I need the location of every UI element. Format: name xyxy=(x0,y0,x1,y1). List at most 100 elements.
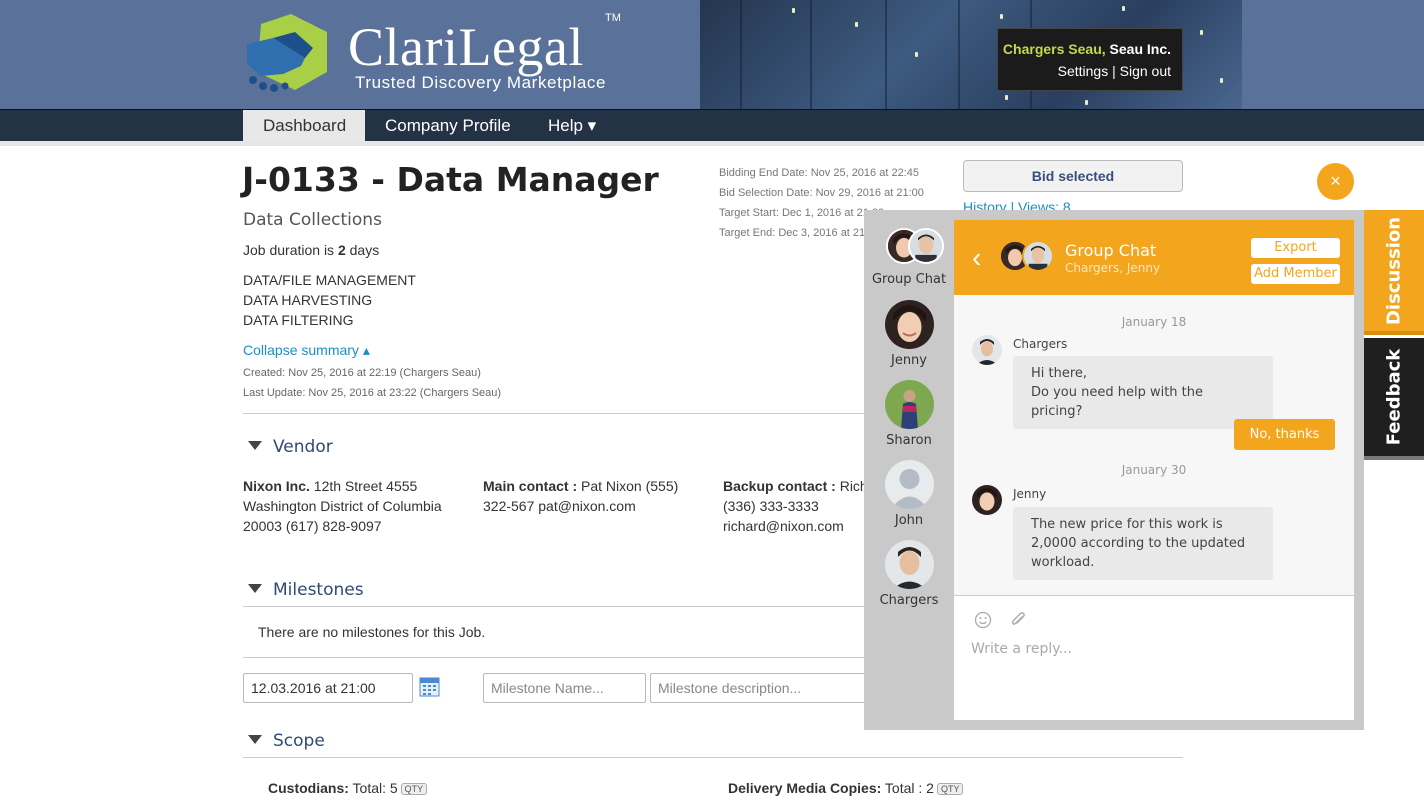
category-item: DATA FILTERING xyxy=(243,312,354,328)
user-company: Seau Inc. xyxy=(1109,41,1171,57)
message-line: The new price for this work is xyxy=(1031,517,1223,532)
building-line xyxy=(810,0,812,109)
tab-company-profile[interactable]: Company Profile xyxy=(365,110,531,142)
user-name: Chargers Seau, xyxy=(1002,41,1106,57)
milestone-date-input[interactable] xyxy=(243,673,413,703)
handshake-logo-icon[interactable] xyxy=(243,14,333,94)
main-nav: Dashboard Company Profile Help ▾ xyxy=(0,109,1424,142)
created-info: Created: Nov 25, 2016 at 22:19 (Chargers… xyxy=(243,367,481,379)
vendor-heading: Vendor xyxy=(273,437,333,457)
export-button[interactable]: Export xyxy=(1251,238,1340,258)
collapse-summary-link[interactable]: Collapse summary ▴ xyxy=(243,342,370,359)
feedback-tab[interactable]: Feedback xyxy=(1364,338,1424,460)
tab-dashboard[interactable]: Dashboard xyxy=(243,110,365,142)
chargers-avatar xyxy=(972,335,1002,365)
last-update-info: Last Update: Nov 25, 2016 at 23:22 (Char… xyxy=(243,387,502,399)
backup-contact-label: Backup contact : xyxy=(723,478,836,494)
vendor-company: Nixon Inc. xyxy=(243,478,310,494)
custodians-label: Custodians: xyxy=(268,780,349,796)
message-line: 2,0000 according to the updated xyxy=(1031,536,1246,551)
paperclip-icon[interactable] xyxy=(1009,610,1027,630)
sign-out-link[interactable]: Sign out xyxy=(1120,63,1171,79)
building-light xyxy=(1200,30,1203,35)
building-light xyxy=(855,22,858,27)
building-light xyxy=(1005,95,1008,100)
duration-value: 2 xyxy=(337,242,346,258)
feedback-tab-label: Feedback xyxy=(1383,348,1405,446)
delivery-value: Total : 2 xyxy=(881,780,934,796)
milestone-description-input[interactable] xyxy=(650,673,880,703)
vendor-address-line: 20003 (617) 828-9097 xyxy=(243,518,382,534)
default-avatar xyxy=(884,460,934,509)
chat-title: Group Chat xyxy=(1065,241,1157,260)
back-chevron-icon[interactable]: ‹ xyxy=(972,242,981,274)
vendor-address-line: Washington District of Columbia xyxy=(243,498,442,514)
member-sharon[interactable]: Sharon xyxy=(864,380,954,448)
chat-participants: Chargers, Jenny xyxy=(1065,261,1161,275)
vendor-section-header[interactable]: Vendor xyxy=(248,437,333,457)
trademark-symbol: TM xyxy=(605,12,621,24)
member-john[interactable]: John xyxy=(864,460,954,528)
settings-link[interactable]: Settings xyxy=(1058,63,1109,79)
member-name: John xyxy=(894,513,924,528)
emoji-icon[interactable] xyxy=(974,611,992,629)
nav-underline xyxy=(0,141,1424,146)
divider xyxy=(243,757,1183,758)
add-member-button[interactable]: Add Member xyxy=(1251,264,1340,284)
target-end-date: Target End: Dec 3, 2016 at 21:00 xyxy=(719,227,881,239)
milestones-section-header[interactable]: Milestones xyxy=(248,580,364,600)
no-milestones-text: There are no milestones for this Job. xyxy=(258,624,486,640)
message-sender: Chargers xyxy=(1013,337,1068,351)
custodians-total: Custodians: Total: 5 QTY xyxy=(268,780,428,796)
qty-badge[interactable]: QTY xyxy=(936,783,964,795)
category-item: DATA/FILE MANAGEMENT xyxy=(243,272,416,288)
main-contact-label: Main contact : xyxy=(483,478,578,494)
member-name: Jenny xyxy=(890,353,927,368)
building-light xyxy=(1085,100,1088,105)
reply-input[interactable] xyxy=(971,636,1337,662)
building-line xyxy=(740,0,742,109)
message-bubble: Hi there, Do you need help with the pric… xyxy=(1013,356,1273,429)
message-line: Hi there, xyxy=(1031,366,1088,381)
calendar-icon[interactable] xyxy=(419,676,440,697)
category-item: DATA HARVESTING xyxy=(243,292,373,308)
group-avatar xyxy=(877,228,944,268)
tab-help[interactable]: Help ▾ xyxy=(528,110,616,142)
delivery-label: Delivery Media Copies: xyxy=(728,780,882,796)
date-separator: January 30 xyxy=(1121,463,1187,477)
custodians-value: Total: 5 xyxy=(348,780,398,796)
scope-section-header[interactable]: Scope xyxy=(248,731,325,751)
jenny-avatar xyxy=(972,485,1002,515)
vendor-address: Nixon Inc. 12th Street 4555 Washington D… xyxy=(243,476,442,536)
collapse-triangle-icon xyxy=(248,735,262,744)
message-sender: Jenny xyxy=(1013,487,1047,501)
building-light xyxy=(915,52,918,57)
main-contact-details: 322-567 pat@nixon.com xyxy=(483,498,636,514)
member-chargers[interactable]: Chargers xyxy=(864,540,954,608)
delivery-media-total: Delivery Media Copies: Total : 2 QTY xyxy=(728,780,964,796)
chat-header: ‹ Group Chat Chargers, Jenny Export Add … xyxy=(954,220,1354,295)
main-contact-name: Pat Nixon (555) xyxy=(577,478,679,494)
link-separator: | xyxy=(1112,63,1116,79)
member-name: Group Chat xyxy=(871,272,947,287)
chat-compose-area xyxy=(954,596,1354,720)
own-message-bubble: No, thanks xyxy=(1234,419,1335,450)
building-light xyxy=(1122,6,1125,11)
brand-name[interactable]: ClariLegal xyxy=(348,16,584,78)
building-line xyxy=(958,0,960,109)
milestones-heading: Milestones xyxy=(273,580,364,600)
collapse-triangle-icon xyxy=(248,584,262,593)
collapse-triangle-icon xyxy=(248,441,262,450)
member-jenny[interactable]: Jenny xyxy=(864,300,954,368)
bid-selected-button[interactable]: Bid selected xyxy=(963,160,1183,192)
close-chat-button[interactable]: × xyxy=(1317,163,1354,200)
job-duration: Job duration is 2 days xyxy=(243,242,379,258)
discussion-tab[interactable]: Discussion xyxy=(1364,210,1424,335)
member-group-chat[interactable]: Group Chat xyxy=(864,228,954,287)
vendor-main-contact: Main contact : Pat Nixon (555) 322-567 p… xyxy=(483,476,678,516)
chat-conversation: ‹ Group Chat Chargers, Jenny Export Add … xyxy=(954,220,1354,595)
qty-badge[interactable]: QTY xyxy=(400,783,428,795)
milestone-name-input[interactable] xyxy=(483,673,646,703)
duration-suffix: days xyxy=(345,242,380,258)
avatar xyxy=(908,228,944,264)
